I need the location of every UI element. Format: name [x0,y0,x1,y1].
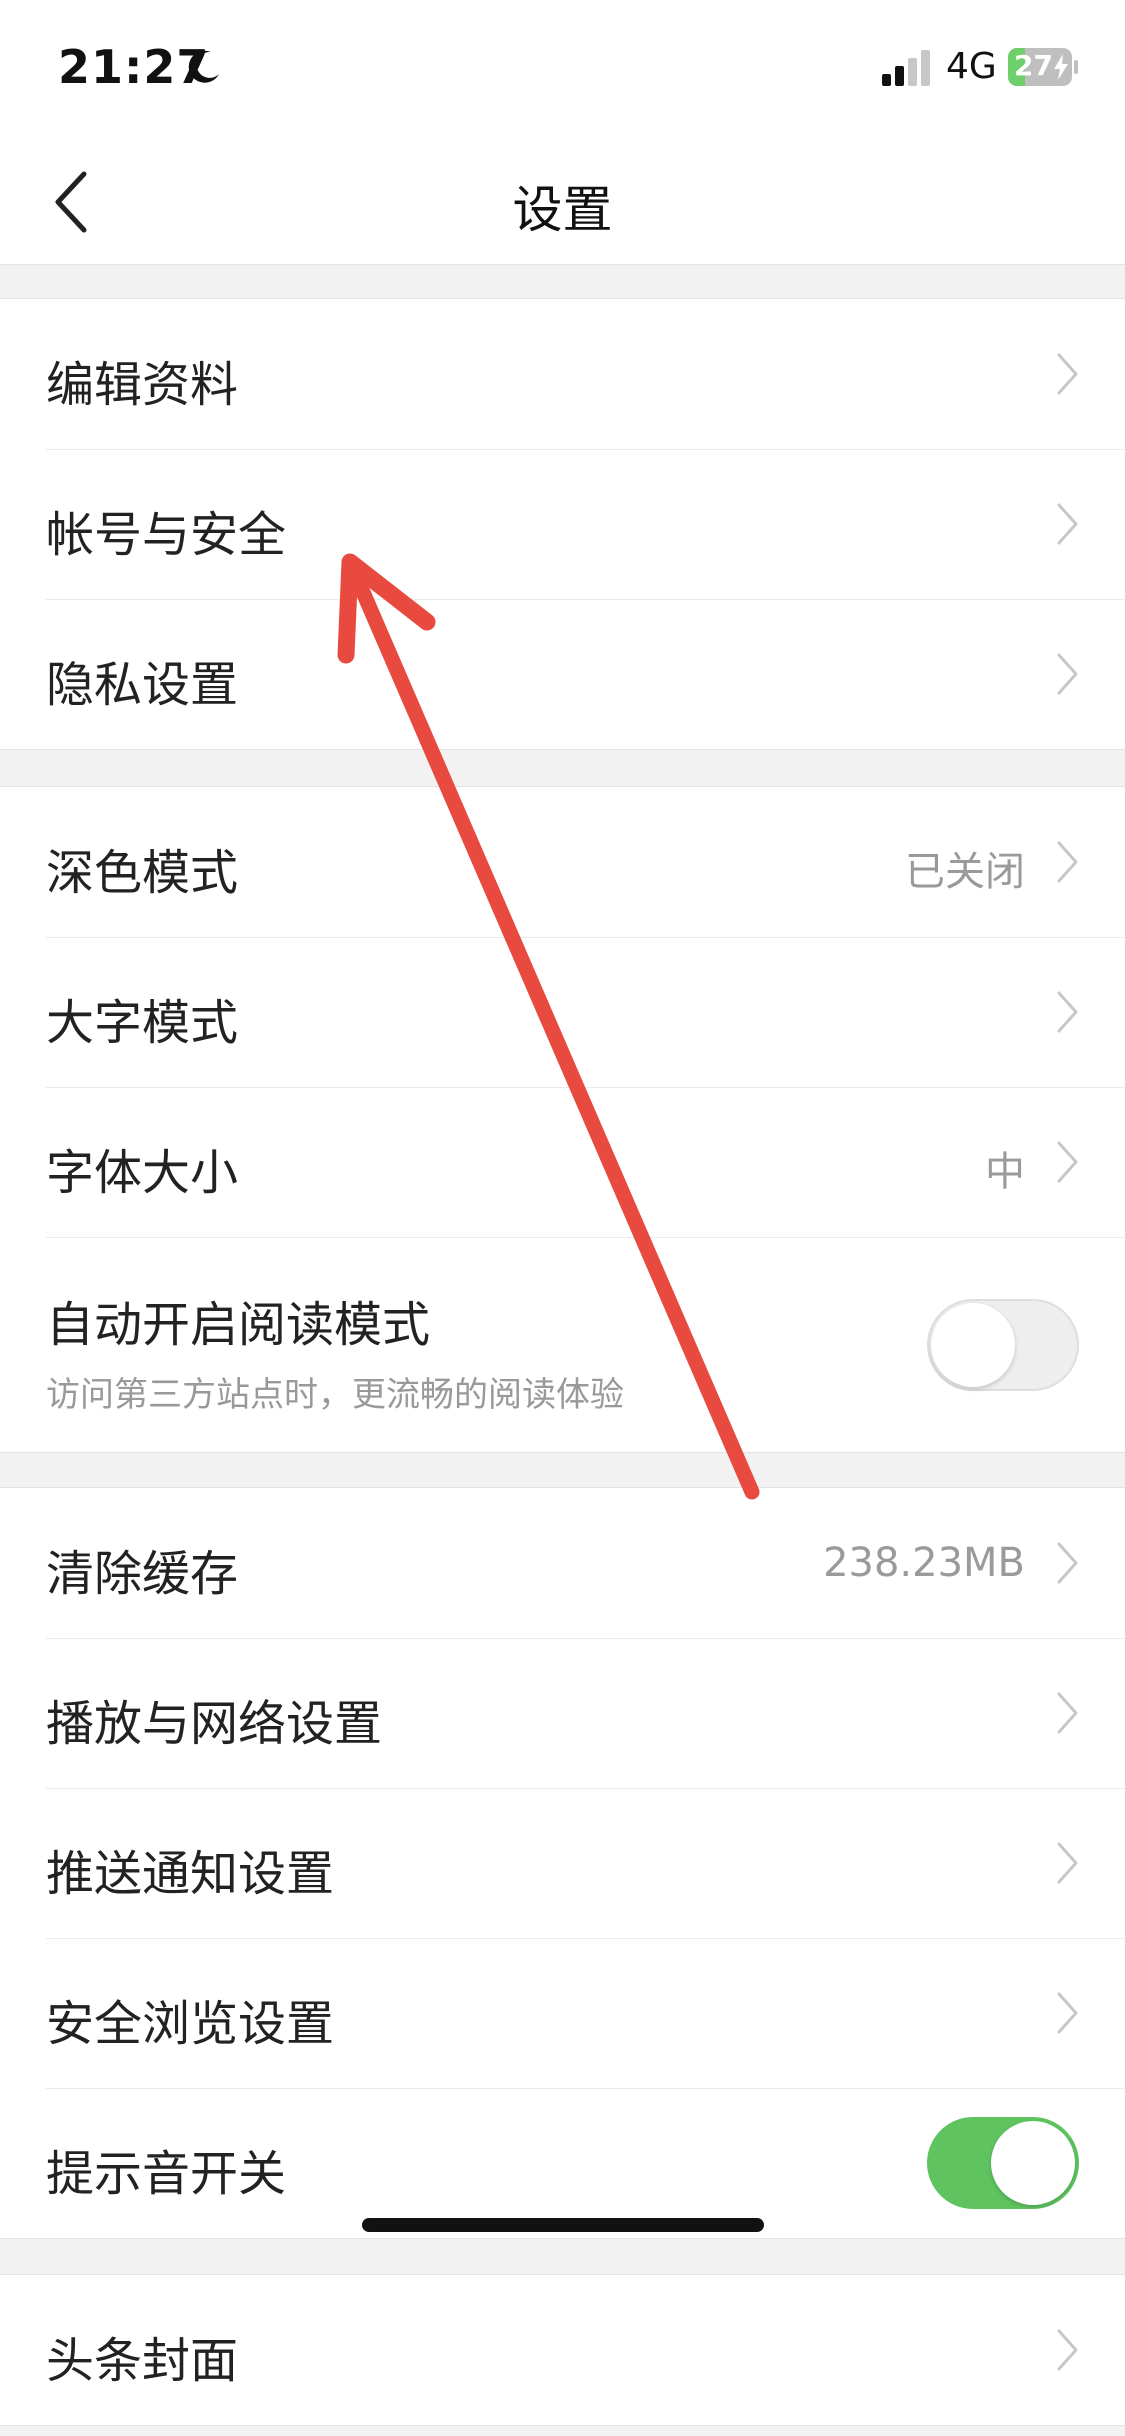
signal-bars-icon [882,50,930,86]
row-push-notification-settings[interactable]: 推送通知设置 [0,1788,1125,1938]
navigation-bar: 设置 [0,140,1125,265]
settings-screen: 21:27 4G 27 设置 编辑资料 帐号与安全 隐私设置 深色模式 已关闭 … [0,0,1125,2436]
battery-body: 27 [1008,48,1072,86]
row-label: 编辑资料 [46,357,239,413]
chevron-right-icon [1057,1842,1078,1884]
row-playback-network-settings[interactable]: 播放与网络设置 [0,1638,1125,1788]
row-label: 隐私设置 [46,657,239,713]
row-label: 提示音开关 [46,2146,287,2202]
network-type: 4G [946,46,997,87]
battery-cap [1074,60,1078,74]
chevron-right-icon [1057,1542,1078,1584]
chevron-right-icon [1057,653,1078,695]
row-clear-cache[interactable]: 清除缓存 238.23MB [0,1488,1125,1638]
row-account-security[interactable]: 帐号与安全 [0,449,1125,599]
row-label: 播放与网络设置 [46,1696,383,1752]
chevron-right-icon [1057,1692,1078,1734]
row-edit-profile[interactable]: 编辑资料 [0,299,1125,449]
row-value: 238.23MB [823,1540,1025,1586]
toggle-knob [931,1303,1015,1387]
chevron-right-icon [1057,503,1078,545]
row-auto-reading-mode: 自动开启阅读模式 访问第三方站点时，更流畅的阅读体验 [0,1237,1125,1452]
chevron-right-icon [1057,991,1078,1033]
row-large-text-mode[interactable]: 大字模式 [0,937,1125,1087]
row-label: 大字模式 [46,995,239,1051]
row-sound-toggle: 提示音开关 [0,2088,1125,2238]
settings-group-display: 深色模式 已关闭 大字模式 字体大小 中 自动开启阅读模式 访问第三方站点时，更… [0,786,1125,1453]
row-privacy-settings[interactable]: 隐私设置 [0,599,1125,749]
moon-icon [188,50,219,83]
status-bar: 21:27 4G 27 [0,0,1125,140]
toggle-knob [991,2121,1075,2205]
settings-group-account: 编辑资料 帐号与安全 隐私设置 [0,298,1125,750]
chevron-right-icon [1057,353,1078,395]
settings-group-more: 头条封面 [0,2274,1125,2426]
battery-indicator: 27 [1008,48,1078,86]
auto-reading-mode-toggle[interactable] [927,1299,1079,1391]
sound-toggle[interactable] [927,2117,1079,2209]
row-headline-cover[interactable]: 头条封面 [0,2275,1125,2425]
row-label: 头条封面 [46,2333,239,2389]
row-value: 已关闭 [905,849,1025,895]
page-title: 设置 [512,181,613,239]
row-label: 清除缓存 [46,1546,239,1602]
row-label: 自动开启阅读模式 [46,1297,431,1353]
row-subtitle: 访问第三方站点时，更流畅的阅读体验 [46,1375,624,1415]
row-dark-mode[interactable]: 深色模式 已关闭 [0,787,1125,937]
charging-bolt-icon [1054,54,1068,80]
chevron-right-icon [1057,1141,1078,1183]
chevron-right-icon [1057,2329,1078,2371]
row-value: 中 [985,1149,1025,1195]
chevron-right-icon [1057,1992,1078,2034]
chevron-right-icon [1057,841,1078,883]
row-label: 深色模式 [46,845,239,901]
row-label: 安全浏览设置 [46,1996,335,2052]
home-indicator [362,2218,764,2232]
row-label: 字体大小 [46,1145,239,1201]
row-safe-browsing-settings[interactable]: 安全浏览设置 [0,1938,1125,2088]
row-font-size[interactable]: 字体大小 中 [0,1087,1125,1237]
settings-group-general: 清除缓存 238.23MB 播放与网络设置 推送通知设置 安全浏览设置 提示音开… [0,1487,1125,2239]
row-label: 帐号与安全 [46,507,287,563]
row-label: 推送通知设置 [46,1846,335,1902]
